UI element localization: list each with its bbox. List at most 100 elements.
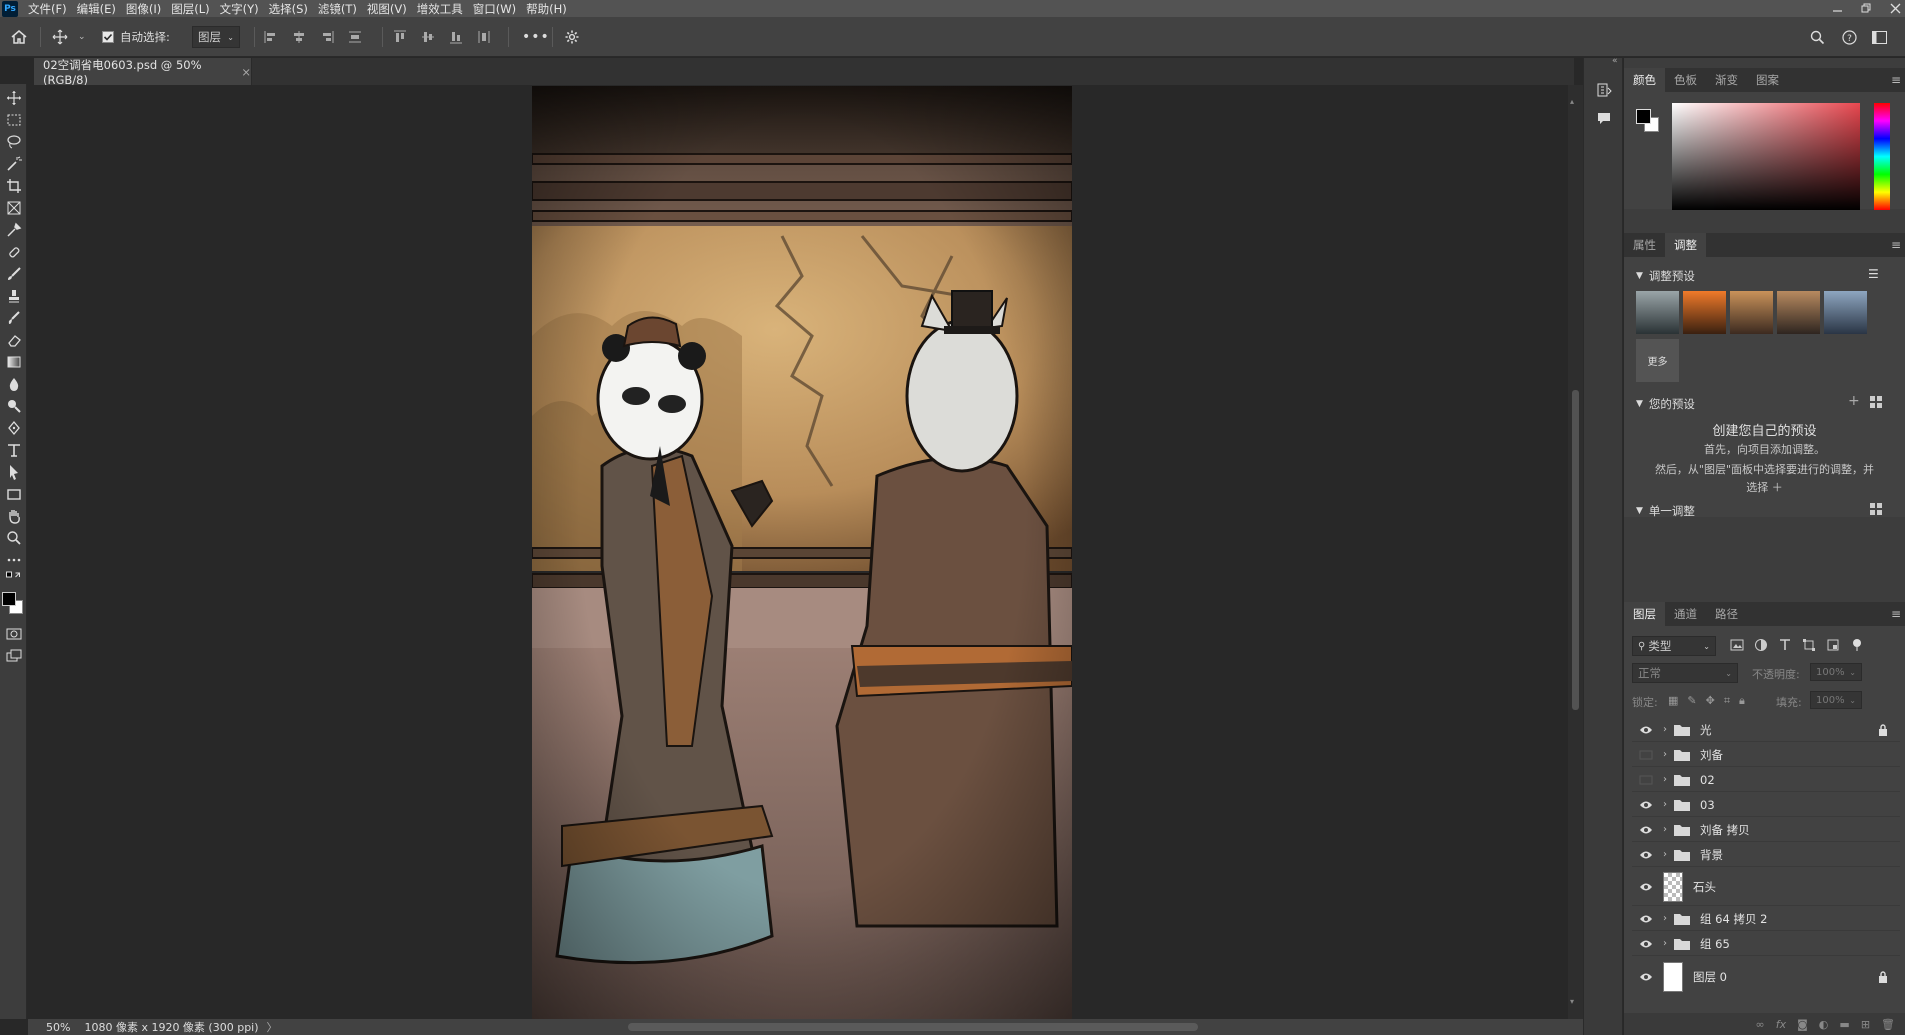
- layer-row-group64-copy2[interactable]: › 组 64 拷贝 2: [1632, 907, 1900, 931]
- grid-view-icon[interactable]: [1870, 396, 1882, 408]
- preset-thumb-bw[interactable]: [1636, 291, 1679, 334]
- hue-slider[interactable]: [1874, 103, 1890, 210]
- screen-mode-icon[interactable]: [3, 646, 24, 666]
- crop-tool-icon[interactable]: [3, 176, 24, 196]
- more-options-button[interactable]: •••: [522, 17, 550, 57]
- vertical-scrollbar[interactable]: ▴ ▾: [1568, 85, 1583, 1020]
- eye-hidden-icon[interactable]: [1638, 747, 1654, 763]
- chevron-right-icon[interactable]: ›: [1658, 774, 1672, 785]
- swap-colors-icon[interactable]: [3, 570, 24, 584]
- eye-icon[interactable]: [1638, 797, 1654, 813]
- zoom-level[interactable]: 50%: [46, 1021, 70, 1034]
- gradient-tool-icon[interactable]: [3, 352, 24, 372]
- healing-brush-tool-icon[interactable]: [3, 242, 24, 262]
- tab-adjustments[interactable]: 调整: [1665, 233, 1706, 257]
- help-icon[interactable]: ?: [1842, 17, 1857, 57]
- eye-icon[interactable]: [1638, 936, 1654, 952]
- delete-layer-icon[interactable]: 🗑︎: [1881, 1018, 1895, 1031]
- type-tool-icon[interactable]: [3, 440, 24, 460]
- preset-thumb-cool[interactable]: [1824, 291, 1867, 334]
- hand-tool-icon[interactable]: [3, 506, 24, 526]
- info-arrow-icon[interactable]: 〉: [267, 1019, 278, 1035]
- menu-view[interactable]: 视图(V): [367, 1, 407, 17]
- menu-file[interactable]: 文件(F): [28, 1, 67, 17]
- scroll-up-icon[interactable]: ▴: [1570, 97, 1574, 106]
- align-bottom-icon[interactable]: [449, 30, 463, 44]
- minimize-icon[interactable]: [1832, 3, 1843, 14]
- eye-icon[interactable]: [1638, 822, 1654, 838]
- lock-transparent-icon[interactable]: ▦: [1668, 694, 1678, 708]
- opacity-field[interactable]: 100% ⌄: [1810, 663, 1862, 681]
- document-tab[interactable]: 02空调省电0603.psd @ 50%(RGB/8) ×: [34, 58, 252, 87]
- tab-channels[interactable]: 通道: [1665, 602, 1706, 626]
- magic-wand-tool-icon[interactable]: [3, 154, 24, 174]
- menu-type[interactable]: 文字(Y): [220, 1, 259, 17]
- marquee-tool-icon[interactable]: [3, 110, 24, 130]
- color-field[interactable]: [1672, 103, 1860, 210]
- adjust-presets-header[interactable]: ▼ 调整预设: [1636, 268, 1695, 284]
- menu-plugins[interactable]: 增效工具: [417, 1, 463, 17]
- collapse-icon[interactable]: «: [1612, 56, 1618, 66]
- single-adjust-header[interactable]: ▼ 单一调整: [1636, 503, 1695, 517]
- tab-layers[interactable]: 图层: [1624, 602, 1665, 626]
- eye-hidden-icon[interactable]: [1638, 772, 1654, 788]
- panel-menu-icon[interactable]: ≡: [1891, 602, 1901, 626]
- add-preset-icon[interactable]: +: [1848, 393, 1860, 409]
- clone-stamp-tool-icon[interactable]: [3, 286, 24, 306]
- quick-mask-icon[interactable]: [3, 624, 24, 644]
- align-right-icon[interactable]: [320, 30, 334, 44]
- tool-preset-chevron-icon[interactable]: ⌄: [78, 17, 86, 57]
- restore-icon[interactable]: [1861, 3, 1872, 14]
- history-icon[interactable]: [1596, 82, 1612, 101]
- fx-icon[interactable]: fx: [1776, 1018, 1786, 1031]
- close-tab-icon[interactable]: ×: [241, 65, 251, 79]
- blur-tool-icon[interactable]: [3, 374, 24, 394]
- eye-icon[interactable]: [1638, 722, 1654, 738]
- fill-field[interactable]: 100% ⌄: [1810, 691, 1862, 709]
- move-tool-icon[interactable]: [3, 88, 24, 108]
- layer-row-liubei-copy[interactable]: › 刘备 拷贝: [1632, 818, 1900, 842]
- home-icon[interactable]: [10, 17, 28, 57]
- close-icon[interactable]: [1890, 3, 1901, 14]
- tab-paths[interactable]: 路径: [1706, 602, 1747, 626]
- menu-filter[interactable]: 滤镜(T): [318, 1, 357, 17]
- frame-tool-icon[interactable]: [3, 198, 24, 218]
- move-tool-icon[interactable]: [52, 17, 68, 57]
- pen-tool-icon[interactable]: [3, 418, 24, 438]
- tab-color[interactable]: 颜色: [1624, 68, 1665, 92]
- layer-row-group65[interactable]: › 组 65: [1632, 932, 1900, 956]
- filter-smart-object-icon[interactable]: [1826, 638, 1840, 652]
- list-view-icon[interactable]: ☰: [1868, 267, 1879, 281]
- menu-layer[interactable]: 图层(L): [171, 1, 209, 17]
- eye-icon[interactable]: [1638, 879, 1654, 895]
- chevron-right-icon[interactable]: ›: [1658, 938, 1672, 949]
- new-adjustment-icon[interactable]: ◐: [1819, 1018, 1829, 1031]
- chevron-right-icon[interactable]: ›: [1658, 849, 1672, 860]
- chevron-right-icon[interactable]: ›: [1658, 824, 1672, 835]
- filter-type-icon[interactable]: [1778, 638, 1792, 652]
- menu-image[interactable]: 图像(I): [126, 1, 161, 17]
- tab-gradients[interactable]: 渐变: [1706, 68, 1747, 92]
- layer-row-02[interactable]: › 02: [1632, 768, 1900, 792]
- lock-image-icon[interactable]: ✎: [1687, 694, 1696, 708]
- distribute-h-icon[interactable]: [477, 30, 491, 44]
- menu-select[interactable]: 选择(S): [269, 1, 308, 17]
- layer-row-03[interactable]: › 03: [1632, 793, 1900, 817]
- blend-mode-dropdown[interactable]: 正常 ⌄: [1632, 663, 1738, 683]
- search-icon[interactable]: [1810, 17, 1825, 57]
- filter-shape-icon[interactable]: [1802, 638, 1816, 652]
- align-hcenter-icon[interactable]: [292, 30, 306, 44]
- tab-properties[interactable]: 属性: [1624, 233, 1665, 257]
- document-canvas[interactable]: [532, 86, 1072, 1019]
- layer-row-background-group[interactable]: › 背景: [1632, 843, 1900, 867]
- eye-icon[interactable]: [1638, 847, 1654, 863]
- eye-icon[interactable]: [1638, 969, 1654, 985]
- panel-menu-icon[interactable]: ≡: [1891, 68, 1901, 92]
- new-group-icon[interactable]: ▬: [1839, 1018, 1849, 1031]
- align-top-icon[interactable]: [393, 30, 407, 44]
- scroll-down-icon[interactable]: ▾: [1570, 997, 1574, 1006]
- preset-thumb-sepia[interactable]: [1730, 291, 1773, 334]
- layer-row-stone[interactable]: 石头: [1632, 868, 1900, 906]
- layer-row-guang[interactable]: › 光: [1632, 718, 1900, 742]
- menu-help[interactable]: 帮助(H): [526, 1, 567, 17]
